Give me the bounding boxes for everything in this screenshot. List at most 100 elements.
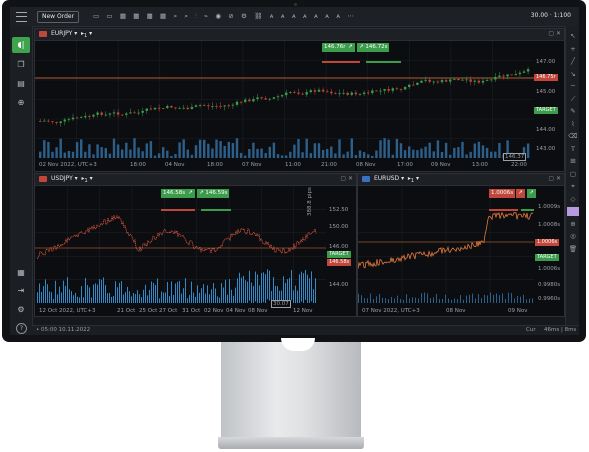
top-toolbar: New Order ▭ ▭ ▦ ▦ ▦ ▦ ⌕ ⌕ ⫶ ⌁ ◉ ⊘ ⚙ ⛓ ᴀ … <box>10 7 579 27</box>
time-label: 08 Nov <box>446 308 466 314</box>
sell-ticket[interactable]: 146.58s <box>161 189 188 198</box>
fibonacci-tool-icon[interactable]: ⌇ <box>567 120 579 129</box>
pin-tool-icon[interactable]: ⌖ <box>567 182 579 191</box>
time-label: 13:00 <box>472 162 488 168</box>
time-label: 12 Oct 2022, UTC+3 <box>39 308 96 314</box>
eraser-tool-icon[interactable]: ⌫ <box>567 132 579 141</box>
left-sidebar: ◖| ❐ ▤ ⊕ ▦ ⇥ ⚙ ? <box>10 26 33 335</box>
panel-window-controls[interactable]: ▢ ✕ <box>548 175 561 182</box>
crosshair-tool-icon[interactable]: + <box>567 45 579 54</box>
status-latency: 46ms | 8ms <box>544 327 577 333</box>
price-label: 147.00 <box>536 59 556 65</box>
time-label: 17:00 <box>397 162 413 168</box>
note-tool-icon[interactable]: ▢ <box>567 170 579 179</box>
time-label: 27 Oct <box>159 308 178 314</box>
line-tool-icon[interactable]: ╱ <box>567 57 579 66</box>
sell-ticket[interactable]: 1.0006s <box>489 189 516 198</box>
trade-icon[interactable]: ◖| <box>12 37 30 53</box>
status-bar: • 05:00 10.11.2022 Cur 46ms | 8ms <box>32 325 579 335</box>
target-label: TARGET <box>327 251 351 258</box>
time-label: 22:00 <box>511 162 527 168</box>
panel-header: USDJPY ▾ ▸1 ▾ ▢ ✕ <box>35 174 356 186</box>
monitor-stand-foot <box>218 437 364 449</box>
time-label: 31 Oct <box>182 308 201 314</box>
toolbar-icons[interactable]: ▭ ▭ ▦ ▦ ▦ ▦ ⌕ ⌕ ⫶ ⌁ ◉ ⊘ ⚙ ⛓ ᴀ ᴀ ᴀ ᴀ ᴀ ᴀ … <box>93 12 356 21</box>
price-label: 1.0008s <box>538 222 561 228</box>
help-icon[interactable]: ? <box>16 323 27 334</box>
price-label: 146.00 <box>329 244 349 250</box>
status-datetime: • 05:00 10.11.2022 <box>36 327 91 333</box>
time-label: 07 Nov <box>242 162 262 168</box>
monitor-bezel: New Order ▭ ▭ ▦ ▦ ▦ ▦ ⌕ ⌕ ⫶ ⌁ ◉ ⊘ ⚙ ⛓ ᴀ … <box>2 0 586 342</box>
time-label: 18:00 <box>207 162 223 168</box>
target-label: TARGET <box>534 107 558 114</box>
horizontal-tool-icon[interactable]: ─ <box>567 82 579 91</box>
trash-tool-icon[interactable]: 🗑 <box>567 245 579 254</box>
sell-arrow-icon[interactable]: ↗ <box>186 189 195 198</box>
drawing-tools-sidebar: ↖ + ╱ ↘ ─ ⟋ ✎ ⌇ ⌫ T ⊞ ▢ ⌖ ◇ ■ ⊕ ◎ 🗑 <box>565 26 579 326</box>
camera-tool-icon[interactable]: ◎ <box>567 232 579 241</box>
price-label: 1.0006s <box>538 266 561 272</box>
time-label: 18:00 <box>130 162 146 168</box>
calendar-icon[interactable]: ▤ <box>15 78 27 90</box>
brush-tool-icon[interactable]: ✎ <box>567 107 579 116</box>
range-measure-label: 388.8 pips <box>307 187 313 216</box>
panel-window-controls[interactable]: ▢ ✕ <box>340 175 353 182</box>
cursor-tool-icon[interactable]: ↖ <box>567 32 579 41</box>
price-label: 144.00 <box>329 282 349 288</box>
layout-icon[interactable]: ▦ <box>15 267 27 279</box>
symbol-label[interactable]: EURUSD ▾ ▸1 ▾ <box>374 175 419 184</box>
current-price-tag: 1.0006s <box>535 239 560 246</box>
time-label: 09 Nov <box>508 308 528 314</box>
color-tool-icon[interactable]: ■ <box>567 207 579 216</box>
settings-icon[interactable]: ⚙ <box>15 304 27 316</box>
time-label: 04 Nov <box>226 308 246 314</box>
usdjpy-flag-icon <box>39 176 47 182</box>
eurjpy-flag-icon <box>39 31 47 37</box>
time-label: 02 Nov <box>204 308 224 314</box>
new-order-button[interactable]: New Order <box>37 11 80 23</box>
trend-tool-icon[interactable]: ⟋ <box>567 95 579 104</box>
target-label: TARGET <box>535 254 559 261</box>
crosshair-value: 30.07 <box>271 300 291 308</box>
status-currency: Cur <box>526 327 536 333</box>
magnify-tool-icon[interactable]: ⊕ <box>567 220 579 229</box>
panel-header: EURJPY ▾ ▸1 ▾ ▢ ✕ <box>35 29 564 41</box>
panel-window-controls[interactable]: ▢ ✕ <box>548 30 561 37</box>
eurjpy-candlestick-chart[interactable] <box>35 41 534 158</box>
ray-tool-icon[interactable]: ↘ <box>567 70 579 79</box>
symbol-label[interactable]: USDJPY ▾ ▸1 ▾ <box>51 175 93 184</box>
zoom-in-icon[interactable]: ⊕ <box>15 97 27 109</box>
time-label: 12 Nov <box>293 308 313 314</box>
sell-arrow-icon[interactable]: ↗ <box>516 189 525 198</box>
buy-ticket[interactable]: ↗ 146.72s <box>357 43 390 52</box>
price-label: 0.9960s <box>538 296 561 302</box>
time-label: 02 Nov 2022, UTC+3 <box>39 162 97 168</box>
time-label: 21 Oct <box>117 308 136 314</box>
buy-ticket[interactable]: ↗ <box>527 189 536 198</box>
time-ratio-readout: 30.00 · 1:100 <box>530 12 571 19</box>
eurusd-flag-icon <box>362 176 370 182</box>
time-label: 11:00 <box>285 162 301 168</box>
time-label: 04 Nov <box>165 162 185 168</box>
measure-tool-icon[interactable]: ⊞ <box>567 157 579 166</box>
text-tool-icon[interactable]: T <box>567 145 579 154</box>
price-label: 145.00 <box>536 89 556 95</box>
chart-panel-eurusd: EURUSD ▾ ▸1 ▾ ▢ ✕ 1.0006s ↗ ↗ 1.0006s TA… <box>357 173 565 317</box>
usdjpy-line-chart[interactable] <box>35 186 326 303</box>
sell-ticket[interactable]: 146.76r <box>322 43 348 52</box>
buy-ticket[interactable]: ↗ 146.59s <box>197 189 230 198</box>
sell-arrow-icon[interactable]: ↗ <box>346 43 355 52</box>
documents-icon[interactable]: ❐ <box>15 59 27 71</box>
price-label: 1.0009s <box>538 204 561 210</box>
menu-icon[interactable] <box>16 12 27 22</box>
export-icon[interactable]: ⇥ <box>15 285 27 297</box>
price-label: 144.00 <box>536 127 556 133</box>
shape-tool-icon[interactable]: ◇ <box>567 195 579 204</box>
time-label: 21:00 <box>321 162 337 168</box>
time-label: 25 Oct <box>139 308 158 314</box>
current-price-tag: 146.58s <box>327 259 352 266</box>
eurusd-line-chart[interactable] <box>358 186 534 303</box>
symbol-label[interactable]: EURJPY ▾ ▸1 ▾ <box>51 30 92 39</box>
trading-app-screen: New Order ▭ ▭ ▦ ▦ ▦ ▦ ⌕ ⌕ ⫶ ⌁ ◉ ⊘ ⚙ ⛓ ᴀ … <box>10 7 579 335</box>
